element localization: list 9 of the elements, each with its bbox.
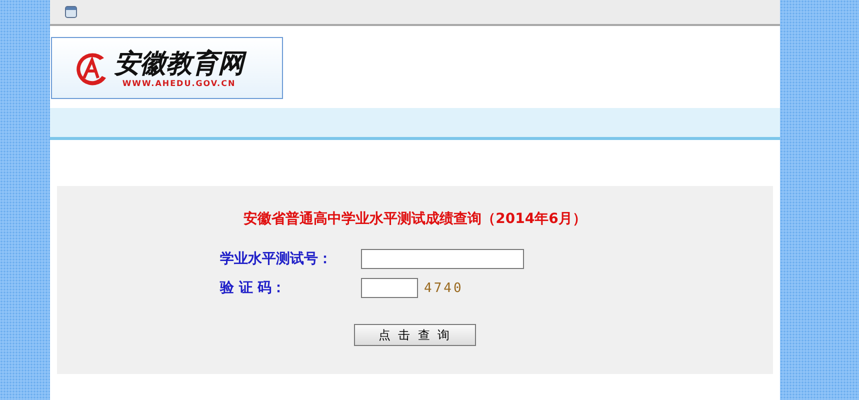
captcha-field[interactable] — [361, 278, 418, 298]
query-button[interactable]: 点 击 查 询 — [354, 324, 476, 346]
logo-url: WWW.AHEDU.GOV.CN — [122, 78, 236, 88]
captcha-code: 4740 — [424, 280, 464, 296]
field-label: 学业水平测试号： — [220, 250, 333, 268]
test-number-field[interactable] — [361, 249, 524, 269]
field-label: 验 证 码： — [220, 279, 287, 297]
form-title: 安徽省普通高中学业水平测试成绩查询（2014年6月） — [244, 210, 586, 228]
window-icon — [65, 6, 77, 18]
